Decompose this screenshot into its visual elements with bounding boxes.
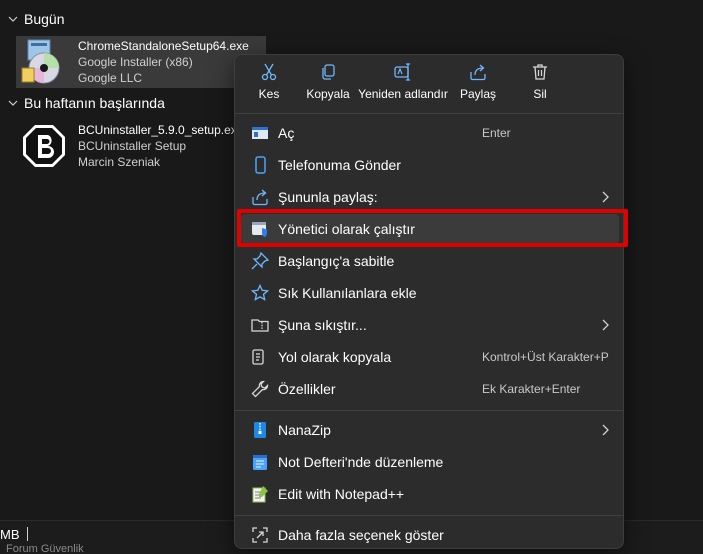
menu-item-label: Başlangıç'a sabitle (278, 253, 395, 269)
nanazip-icon (251, 421, 269, 439)
annotation-highlight-box (237, 209, 628, 247)
rename-label: Yeniden adlandır (358, 87, 448, 101)
group-label: Bugün (24, 11, 65, 27)
chevron-right-icon (601, 319, 609, 331)
menu-item-label: Not Defteri'nde düzenleme (278, 454, 444, 470)
file-description: Google Installer (x86) (78, 55, 193, 69)
pin-icon (251, 252, 269, 270)
phone-icon (251, 156, 269, 174)
chevron-down-icon (8, 14, 18, 24)
menu-item-add-to-favorites[interactable]: Sık Kullanılanlara ekle (241, 278, 619, 308)
menu-item-label: Sık Kullanılanlara ekle (278, 285, 417, 301)
chevron-right-icon (601, 191, 609, 203)
rename-icon (394, 63, 412, 81)
group-header-today[interactable]: Bugün (8, 11, 64, 27)
context-menu-toolbar: Kes Kopyala Yeniden adlandır Paylaş Sil (235, 55, 623, 111)
status-separator (27, 527, 28, 541)
notepadpp-icon (251, 485, 269, 503)
copy-button[interactable]: Kopyala (303, 63, 353, 111)
rename-button[interactable]: Yeniden adlandır (357, 63, 449, 111)
installer-cd-icon (20, 38, 68, 86)
menu-item-pin-to-start[interactable]: Başlangıç'a sabitle (241, 246, 619, 276)
group-header-earlier-this-week[interactable]: Bu haftanın başlarında (8, 95, 165, 111)
menu-item-nanazip[interactable]: NanaZip (241, 415, 619, 445)
context-menu: Kes Kopyala Yeniden adlandır Paylaş Sil (234, 54, 624, 549)
menu-item-shortcut: Enter (482, 126, 511, 140)
wrench-icon (251, 380, 269, 398)
menu-divider (235, 410, 623, 411)
share-icon (469, 63, 487, 81)
menu-divider (235, 515, 623, 516)
menu-item-properties[interactable]: Özellikler Ek Karakter+Enter (241, 374, 619, 404)
menu-item-send-to-phone[interactable]: Telefonuma Gönder (241, 150, 619, 180)
file-name: BCUninstaller_5.9.0_setup.exe (78, 123, 244, 137)
trash-icon (531, 63, 549, 81)
chevron-right-icon (601, 424, 609, 436)
menu-item-edit-with-notepadpp[interactable]: Edit with Notepad++ (241, 479, 619, 509)
menu-item-edit-in-notepad[interactable]: Not Defteri'nde düzenleme (241, 447, 619, 477)
menu-item-label: Edit with Notepad++ (278, 486, 405, 502)
more-options-icon (251, 526, 269, 544)
share-button[interactable]: Paylaş (457, 63, 499, 111)
file-company: Google LLC (78, 71, 143, 85)
menu-item-compress-to[interactable]: Şuna sıkıştır... (241, 310, 619, 340)
group-label: Bu haftanın başlarında (24, 95, 165, 111)
menu-item-copy-as-path[interactable]: Yol olarak kopyala Kontrol+Üst Karakter+… (241, 342, 619, 372)
status-watermark-text: Forum Güvenlik (6, 543, 84, 554)
cut-button[interactable]: Kes (249, 63, 289, 111)
menu-item-label: Aç (278, 125, 295, 141)
share-with-icon (251, 188, 269, 206)
status-size-text: MB (0, 527, 20, 542)
menu-item-label: Daha fazla seçenek göster (278, 527, 444, 543)
menu-item-show-more-options[interactable]: Daha fazla seçenek göster (241, 520, 619, 550)
zip-folder-icon (251, 316, 269, 334)
menu-item-label: Şununla paylaş: (278, 189, 378, 205)
bcuninstaller-icon (20, 122, 68, 170)
delete-button[interactable]: Sil (525, 63, 555, 111)
menu-item-share-with[interactable]: Şununla paylaş: (241, 182, 619, 212)
menu-item-shortcut: Kontrol+Üst Karakter+P (482, 350, 609, 364)
menu-divider (235, 113, 623, 114)
share-label: Paylaş (459, 87, 497, 101)
scissors-icon (260, 63, 278, 81)
menu-item-label: Özellikler (278, 381, 336, 397)
menu-item-label: NanaZip (278, 422, 331, 438)
copy-icon (319, 63, 337, 81)
menu-item-shortcut: Ek Karakter+Enter (482, 382, 581, 396)
open-window-icon (251, 124, 269, 142)
menu-item-open[interactable]: Aç Enter (241, 118, 619, 148)
file-name: ChromeStandaloneSetup64.exe (78, 39, 249, 53)
file-description: BCUninstaller Setup (78, 139, 187, 153)
file-company: Marcin Szeniak (78, 155, 161, 169)
file-item-bcuninstaller-setup[interactable]: BCUninstaller_5.9.0_setup.exe BCUninstal… (16, 120, 266, 172)
menu-item-label: Telefonuma Gönder (278, 157, 401, 173)
file-item-chrome-setup[interactable]: ChromeStandaloneSetup64.exe Google Insta… (16, 36, 266, 88)
cut-label: Kes (258, 87, 280, 101)
menu-item-label: Şuna sıkıştır... (278, 317, 367, 333)
copy-path-icon (251, 348, 269, 366)
chevron-down-icon (8, 98, 18, 108)
notepad-icon (251, 453, 269, 471)
delete-label: Sil (533, 87, 547, 101)
copy-label: Kopyala (306, 87, 350, 101)
menu-item-label: Yol olarak kopyala (278, 349, 392, 365)
star-icon (251, 284, 269, 302)
